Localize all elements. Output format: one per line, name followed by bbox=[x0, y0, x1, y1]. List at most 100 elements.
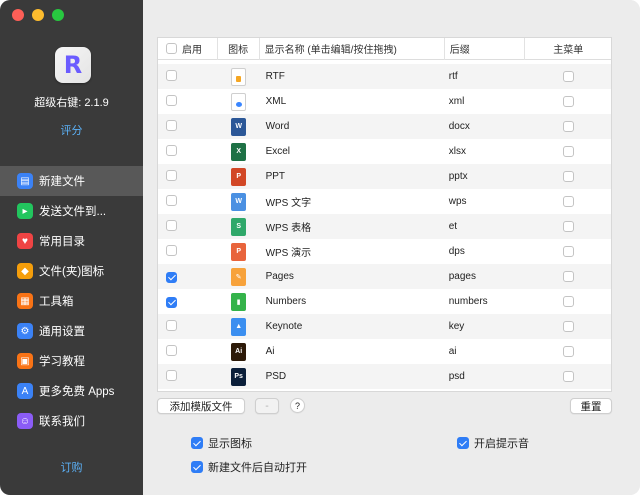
sidebar-item-label: 学习教程 bbox=[39, 356, 85, 368]
table-row[interactable]: W Word docx bbox=[158, 114, 611, 139]
sidebar-item-label: 工具箱 bbox=[39, 296, 74, 308]
sidebar-item-1[interactable]: ▸ 发送文件到... bbox=[0, 196, 143, 226]
add-template-button[interactable]: 添加模版文件 bbox=[157, 398, 245, 414]
window-controls bbox=[12, 9, 64, 21]
sidebar-item-2[interactable]: ♥ 常用目录 bbox=[0, 226, 143, 256]
enable-checkbox[interactable] bbox=[166, 169, 177, 181]
main-menu-cell bbox=[525, 346, 611, 357]
name-cell[interactable]: PPT bbox=[260, 171, 445, 182]
suffix-cell: et bbox=[448, 221, 458, 232]
column-header-name[interactable]: 显示名称 (单击编辑/按住拖拽) bbox=[260, 38, 445, 60]
enable-checkbox[interactable] bbox=[166, 244, 177, 256]
name-cell[interactable]: XML bbox=[260, 96, 445, 107]
main-menu-checkbox[interactable] bbox=[562, 96, 574, 107]
name-cell[interactable]: Word bbox=[260, 121, 445, 132]
enable-checkbox[interactable] bbox=[166, 94, 177, 106]
rate-link[interactable]: 评分 bbox=[0, 122, 143, 138]
enable-checkbox[interactable] bbox=[166, 194, 177, 206]
sidebar-item-7[interactable]: A 更多免费 Apps bbox=[0, 376, 143, 406]
enable-cell bbox=[158, 369, 218, 384]
sidebar-item-0[interactable]: ▤ 新建文件 bbox=[0, 166, 143, 196]
main-menu-checkbox[interactable] bbox=[562, 246, 574, 257]
enable-checkbox[interactable] bbox=[166, 271, 177, 283]
enable-checkbox[interactable] bbox=[166, 69, 177, 81]
enable-cell bbox=[158, 271, 218, 283]
table-row[interactable]: P WPS 演示 dps bbox=[158, 239, 611, 264]
main-menu-checkbox[interactable] bbox=[562, 321, 574, 332]
name-cell[interactable]: WPS 表格 bbox=[260, 219, 445, 234]
sidebar-item-label: 文件(夹)图标 bbox=[39, 266, 105, 278]
excel-icon: X bbox=[231, 142, 247, 161]
enable-checkbox[interactable] bbox=[166, 319, 177, 331]
sidebar-item-6[interactable]: ▣ 学习教程 bbox=[0, 346, 143, 376]
name-cell[interactable]: RTF bbox=[260, 71, 445, 82]
wps-spreadsheet-icon: S bbox=[231, 217, 247, 236]
main-menu-checkbox[interactable] bbox=[562, 121, 574, 132]
sound-checkbox[interactable] bbox=[457, 437, 469, 449]
name-cell[interactable]: Excel bbox=[260, 146, 445, 157]
table-row[interactable]: Ai Ai ai bbox=[158, 339, 611, 364]
enable-checkbox[interactable] bbox=[166, 344, 177, 356]
enable-checkbox[interactable] bbox=[166, 144, 177, 156]
main-menu-checkbox[interactable] bbox=[562, 271, 574, 282]
table-row[interactable]: ✎ Pages pages bbox=[158, 264, 611, 289]
enable-checkbox[interactable] bbox=[166, 119, 177, 131]
enable-checkbox[interactable] bbox=[166, 369, 177, 381]
main-menu-checkbox[interactable] bbox=[562, 171, 574, 182]
name-cell[interactable]: Ai bbox=[260, 346, 445, 357]
main-menu-checkbox[interactable] bbox=[562, 196, 574, 207]
subscribe-link[interactable]: 订购 bbox=[0, 459, 143, 475]
column-header-suffix[interactable]: 后缀 bbox=[445, 38, 526, 60]
remove-template-button[interactable]: - bbox=[255, 398, 279, 414]
sidebar-item-4[interactable]: ▦ 工具箱 bbox=[0, 286, 143, 316]
main-menu-checkbox[interactable] bbox=[562, 296, 574, 307]
column-header-main-menu[interactable]: 主菜单 bbox=[525, 38, 611, 60]
help-button[interactable]: ? bbox=[290, 398, 305, 413]
main-menu-checkbox[interactable] bbox=[562, 346, 574, 357]
minimize-window-button[interactable] bbox=[32, 9, 44, 21]
enable-cell bbox=[158, 344, 218, 359]
column-header-icon[interactable]: 图标 bbox=[218, 38, 260, 60]
table-row[interactable]: X Excel xlsx bbox=[158, 139, 611, 164]
suffix-cell: docx bbox=[448, 121, 470, 132]
sidebar-item-8[interactable]: ☺ 联系我们 bbox=[0, 406, 143, 436]
table-row[interactable]: ▮ Numbers numbers bbox=[158, 289, 611, 314]
reset-button[interactable]: 重置 bbox=[570, 398, 612, 414]
name-cell[interactable]: PSD bbox=[260, 371, 445, 382]
sidebar-item-label: 发送文件到... bbox=[39, 206, 107, 218]
gear-icon: ⚙ bbox=[17, 323, 33, 339]
table-row[interactable]: RTF rtf bbox=[158, 64, 611, 89]
name-cell[interactable]: WPS 文字 bbox=[260, 194, 445, 209]
main-menu-checkbox[interactable] bbox=[562, 146, 574, 157]
table-row[interactable]: XML xml bbox=[158, 89, 611, 114]
table-row[interactable]: Ps PSD psd bbox=[158, 364, 611, 389]
suffix-cell: psd bbox=[448, 371, 465, 382]
main-menu-cell bbox=[525, 321, 611, 332]
sound-option[interactable]: 开启提示音 bbox=[457, 435, 529, 451]
main-menu-checkbox[interactable] bbox=[562, 371, 574, 382]
name-cell[interactable]: Keynote bbox=[260, 321, 445, 332]
sidebar-item-5[interactable]: ⚙ 通用设置 bbox=[0, 316, 143, 346]
table-row[interactable]: ▲ Keynote key bbox=[158, 314, 611, 339]
name-cell[interactable]: Numbers bbox=[260, 296, 445, 307]
auto-open-option[interactable]: 新建文件后自动打开 bbox=[191, 459, 307, 475]
column-header-enable[interactable]: 启用 bbox=[158, 38, 218, 60]
select-all-checkbox[interactable] bbox=[166, 43, 177, 54]
show-icon-option[interactable]: 显示图标 bbox=[191, 435, 252, 451]
sidebar-item-3[interactable]: ◆ 文件(夹)图标 bbox=[0, 256, 143, 286]
table-row[interactable]: W WPS 文字 wps bbox=[158, 189, 611, 214]
enable-cell bbox=[158, 119, 218, 134]
enable-checkbox[interactable] bbox=[166, 296, 177, 308]
name-cell[interactable]: Pages bbox=[260, 271, 445, 282]
name-cell[interactable]: WPS 演示 bbox=[260, 244, 445, 259]
close-window-button[interactable] bbox=[12, 9, 24, 21]
zoom-window-button[interactable] bbox=[52, 9, 64, 21]
auto-open-checkbox[interactable] bbox=[191, 461, 203, 473]
suffix-cell: key bbox=[448, 321, 465, 332]
show-icon-checkbox[interactable] bbox=[191, 437, 203, 449]
table-row[interactable]: P PPT pptx bbox=[158, 164, 611, 189]
enable-checkbox[interactable] bbox=[166, 219, 177, 231]
main-menu-checkbox[interactable] bbox=[562, 71, 574, 82]
table-row[interactable]: S WPS 表格 et bbox=[158, 214, 611, 239]
main-menu-checkbox[interactable] bbox=[562, 221, 574, 232]
